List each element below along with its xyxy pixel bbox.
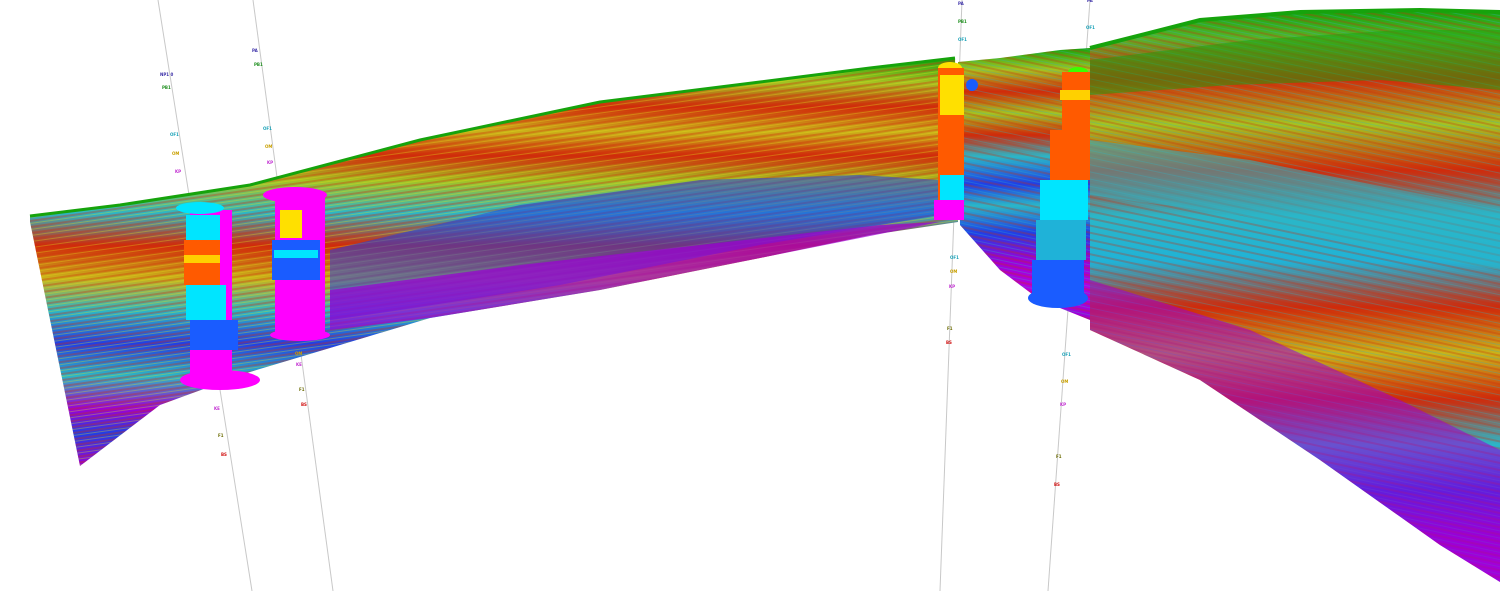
marker-label: OM [950, 269, 957, 274]
marker-label: PB1 [958, 19, 967, 24]
seismic-scene: NP1 0 PB1 OF1 OM KP PA PB1 OF1 OM KP KE … [29, 0, 1500, 591]
marker-label: NP1 0 [160, 72, 173, 77]
marker-label: OM [1061, 379, 1068, 384]
marker-label: BS [221, 452, 227, 457]
marker-label: PA [1087, 0, 1094, 3]
marker-label: KP [949, 284, 955, 289]
marker-label: KE [296, 362, 302, 367]
marker-label: KP [175, 169, 181, 174]
marker-label: F1 [299, 387, 305, 392]
marker-label: OM [265, 144, 272, 149]
marker-label: OF1 [263, 126, 272, 131]
marker-label: OF1 [1062, 352, 1071, 357]
marker-label: PA [958, 1, 965, 6]
marker-label: BS [301, 402, 307, 407]
marker-label: OF1 [1086, 25, 1095, 30]
marker-label: F1 [218, 433, 224, 438]
marker-label: F1 [947, 326, 953, 331]
marker-label: KP [1060, 402, 1066, 407]
marker-label: OF1 [950, 255, 959, 260]
marker-label: PB1 [254, 62, 263, 67]
marker-label: KP [267, 160, 273, 165]
marker-label: BS [946, 340, 952, 345]
marker-label: OF1 [170, 132, 179, 137]
marker-label: OM [172, 151, 179, 156]
marker-label: OF1 [958, 37, 967, 42]
marker-label: KE [214, 406, 220, 411]
marker-label: BS [1054, 482, 1060, 487]
marker-label: PB1 [162, 85, 171, 90]
marker-label: OM [295, 351, 302, 356]
marker-label: F1 [1056, 454, 1062, 459]
seismic-3d-viewport[interactable]: NP1 0 PB1 OF1 OM KP PA PB1 OF1 OM KP KE … [0, 0, 1500, 591]
seismic-section [29, 7, 1500, 582]
marker-label: PA [252, 48, 259, 53]
